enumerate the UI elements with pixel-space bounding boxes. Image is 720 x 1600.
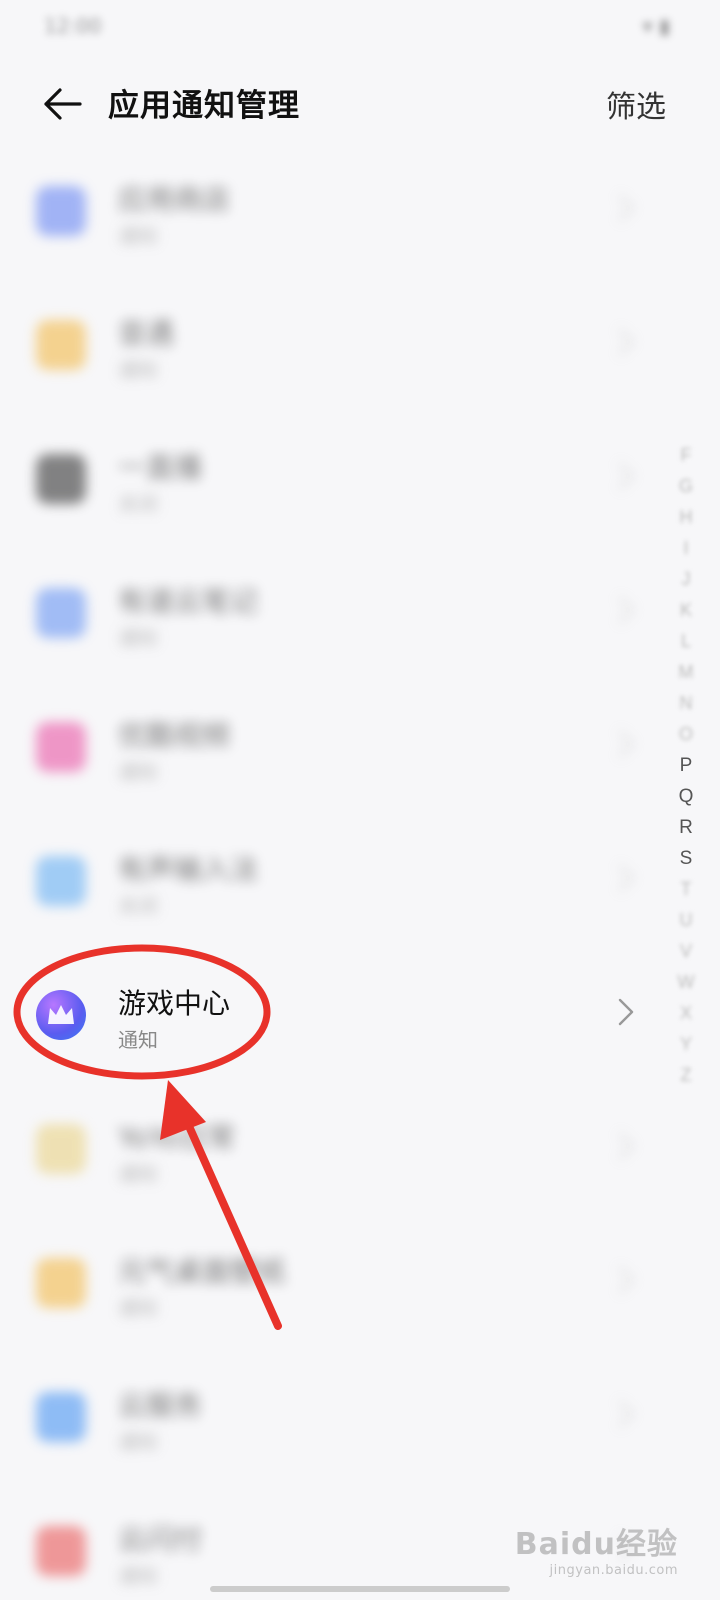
index-letter[interactable]: V	[680, 936, 692, 967]
index-letter[interactable]: R	[679, 812, 693, 843]
app-name: 一直播	[118, 451, 203, 484]
app-notification-status: 通知	[118, 224, 158, 248]
app-list: 应用商店 通知 音遇 通知 一直播 关闭 有道云笔记 通知 优酷视频 通知 有声输入法 关闭 游戏中心通…	[0, 142, 720, 1600]
chevron-right-icon	[618, 1266, 634, 1294]
app-row[interactable]: 云服务 通知	[0, 1348, 720, 1482]
app-icon	[36, 1392, 86, 1442]
index-letter[interactable]: O	[679, 719, 693, 750]
app-row[interactable]: 一直播 关闭	[0, 410, 720, 544]
arrow-left-icon	[44, 88, 82, 120]
chevron-right-icon	[618, 864, 634, 892]
app-name: 云服务	[118, 1389, 203, 1422]
index-letter[interactable]: W	[678, 967, 695, 998]
chevron-right-icon	[618, 730, 634, 758]
app-name: 应用商店	[118, 183, 231, 216]
index-letter[interactable]: P	[680, 750, 693, 781]
index-letter[interactable]: J	[682, 564, 691, 595]
chevron-right-icon	[618, 194, 634, 222]
app-notification-status: 通知	[118, 1296, 158, 1320]
chevron-right-icon	[618, 1132, 634, 1160]
app-notification-status: 通知	[118, 358, 158, 382]
app-row[interactable]: 有声输入法 关闭	[0, 812, 720, 946]
index-letter[interactable]: Y	[680, 1029, 692, 1060]
filter-button[interactable]: 筛选	[606, 82, 666, 126]
app-row[interactable]: 音遇 通知	[0, 276, 720, 410]
status-time: 12:00	[44, 14, 102, 38]
app-row[interactable]: 元气桌面壁纸 通知	[0, 1214, 720, 1348]
index-letter[interactable]: H	[680, 502, 693, 533]
chevron-right-icon	[618, 328, 634, 356]
app-name: 有道云笔记	[118, 585, 259, 618]
app-row[interactable]: 游戏中心 通知	[0, 946, 720, 1080]
index-letter[interactable]: L	[681, 626, 691, 657]
app-icon	[36, 722, 86, 772]
status-icons: ▾ ▮	[642, 14, 670, 38]
app-name: 游戏中心	[118, 987, 231, 1020]
app-icon	[36, 186, 86, 236]
index-letter[interactable]: Q	[679, 781, 694, 812]
page-title: 应用通知管理	[108, 88, 300, 124]
alphabet-index-bar[interactable]: FGHIJKLMNOPQRSTUVWXYZ	[666, 440, 706, 1290]
app-name: 优酷视频	[118, 719, 231, 752]
app-icon	[36, 856, 86, 906]
app-notification-status: 通知	[118, 760, 158, 784]
index-letter[interactable]: F	[681, 440, 692, 471]
index-letter[interactable]: N	[680, 688, 693, 719]
app-name: YoYo日常	[118, 1121, 236, 1154]
app-icon	[36, 1258, 86, 1308]
status-bar: 12:00 ▾ ▮	[0, 0, 720, 50]
app-name: 云闪付	[118, 1523, 203, 1556]
app-icon	[36, 1526, 86, 1576]
index-letter[interactable]: T	[681, 874, 692, 905]
app-name: 元气桌面壁纸	[118, 1255, 287, 1288]
app-icon	[36, 320, 86, 370]
app-notification-status: 通知	[118, 1028, 158, 1052]
app-name: 有声输入法	[118, 853, 259, 886]
app-name: 音遇	[118, 317, 175, 350]
app-notification-status: 通知	[118, 626, 158, 650]
chevron-right-icon	[618, 596, 634, 624]
index-letter[interactable]: M	[679, 657, 694, 688]
app-row[interactable]: 应用商店 通知	[0, 142, 720, 276]
watermark: Baidu经验 jingyan.baidu.com	[515, 1519, 678, 1578]
watermark-main: Baidu经验	[514, 1527, 678, 1562]
index-letter[interactable]: I	[683, 533, 688, 564]
app-header: 应用通知管理 筛选	[0, 60, 720, 150]
app-row[interactable]: 有道云笔记 通知	[0, 544, 720, 678]
app-notification-status: 关闭	[118, 894, 158, 918]
app-icon	[36, 454, 86, 504]
app-notification-status: 通知	[118, 1564, 158, 1588]
app-notification-status: 通知	[118, 1162, 158, 1186]
index-letter[interactable]: Z	[681, 1060, 692, 1091]
app-icon	[36, 588, 86, 638]
chevron-right-icon	[618, 998, 634, 1026]
chevron-right-icon	[618, 462, 634, 490]
app-notification-status: 关闭	[118, 492, 158, 516]
index-letter[interactable]: X	[680, 998, 692, 1029]
index-letter[interactable]: G	[679, 471, 693, 502]
crown-icon	[36, 990, 86, 1040]
app-icon	[36, 1124, 86, 1174]
index-letter[interactable]: U	[680, 905, 693, 936]
chevron-right-icon	[618, 1400, 634, 1428]
home-indicator[interactable]	[210, 1586, 510, 1592]
app-row[interactable]: YoYo日常通知	[0, 1080, 720, 1214]
index-letter[interactable]: S	[680, 843, 693, 874]
app-row[interactable]: 优酷视频 通知	[0, 678, 720, 812]
app-notification-status: 通知	[118, 1430, 158, 1454]
back-button[interactable]	[40, 82, 84, 126]
index-letter[interactable]: K	[680, 595, 692, 626]
watermark-sub: jingyan.baidu.com	[549, 1563, 678, 1578]
